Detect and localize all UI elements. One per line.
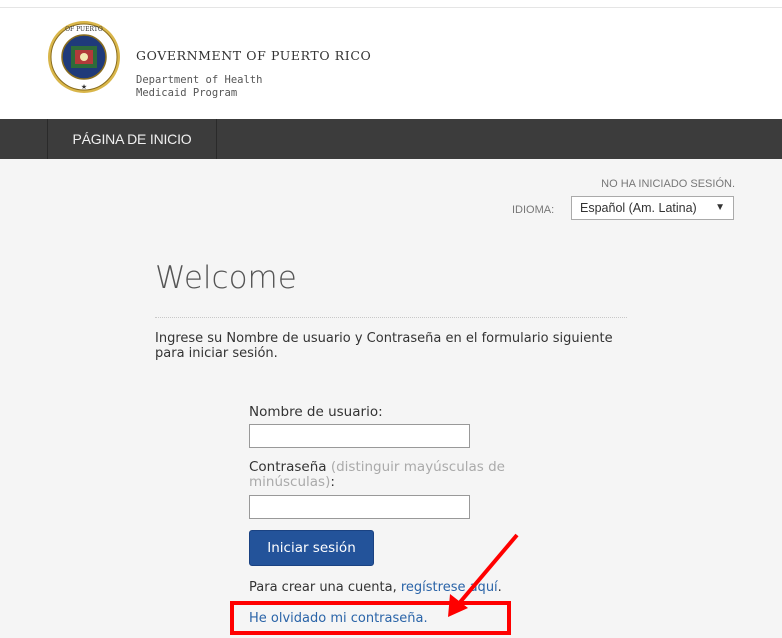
government-seal-logo: OF PUERTO ★ xyxy=(48,21,120,93)
main-content: NO HA INICIADO SESIÓN. IDIOMA: Español (… xyxy=(0,159,782,638)
password-label: Contraseña (distinguir mayúsculas de min… xyxy=(249,460,529,490)
site-header: OF PUERTO ★ GOVERNMENT OF PUERTO RICO De… xyxy=(0,8,782,119)
register-link[interactable]: regístrese aquí xyxy=(401,580,498,595)
password-label-text: Contraseña xyxy=(249,459,327,475)
password-input[interactable] xyxy=(249,495,470,519)
password-label-colon: : xyxy=(330,474,335,490)
create-account-period: . xyxy=(497,580,502,595)
title-divider xyxy=(155,317,627,318)
department-name: Department of Health xyxy=(136,74,263,86)
government-title: GOVERNMENT OF PUERTO RICO xyxy=(136,48,372,63)
login-button[interactable]: Iniciar sesión xyxy=(249,530,374,566)
dropdown-arrow-icon: ▼ xyxy=(715,202,725,213)
login-status-text: NO HA INICIADO SESIÓN. xyxy=(601,178,735,190)
program-name: Medicaid Program xyxy=(136,87,238,99)
svg-text:★: ★ xyxy=(81,83,87,91)
annotation-highlight-box xyxy=(230,601,511,635)
language-selected-value: Español (Am. Latina) xyxy=(580,201,697,215)
username-input[interactable] xyxy=(249,424,470,448)
language-select[interactable]: Español (Am. Latina) ▼ xyxy=(571,196,734,220)
main-nav-bar: PÁGINA DE INICIO xyxy=(0,119,782,159)
create-account-prefix: Para crear una cuenta, xyxy=(249,580,401,595)
page-title: Welcome xyxy=(155,260,297,296)
nav-home-link[interactable]: PÁGINA DE INICIO xyxy=(47,119,217,159)
login-instructions: Ingrese su Nombre de usuario y Contraseñ… xyxy=(155,331,613,361)
svg-text:OF PUERTO: OF PUERTO xyxy=(65,26,103,33)
username-label: Nombre de usuario: xyxy=(249,404,383,420)
create-account-text: Para crear una cuenta, regístrese aquí. xyxy=(249,580,502,595)
language-label: IDIOMA: xyxy=(512,204,555,216)
